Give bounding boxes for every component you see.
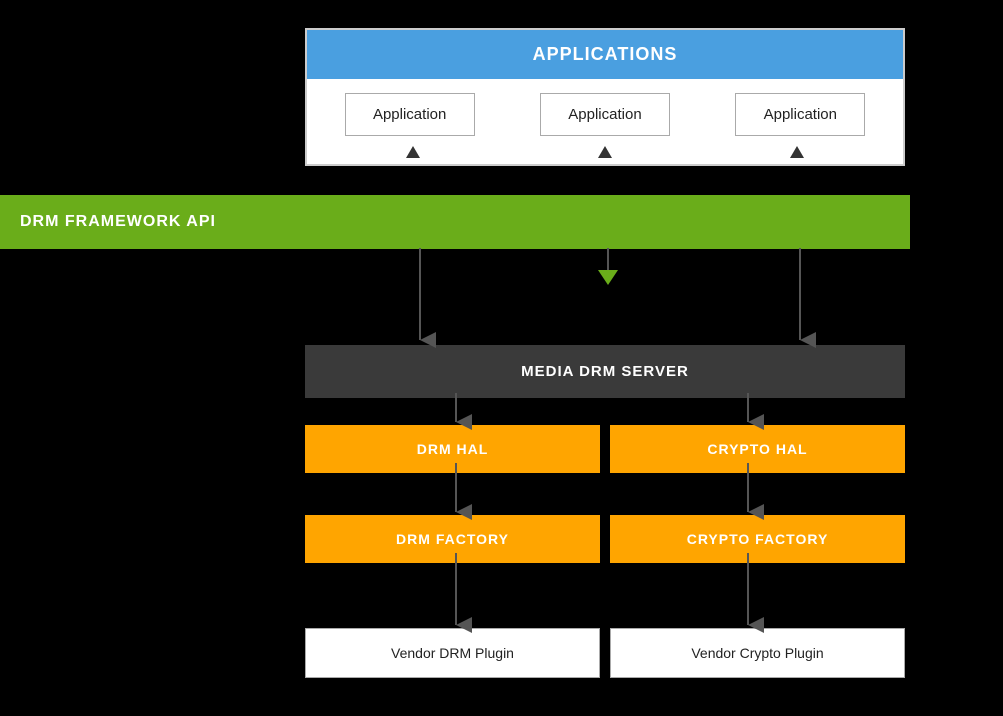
applications-items: Application Application Application — [307, 79, 903, 146]
arrow-up-2 — [598, 146, 612, 158]
factory-row: DRM FACTORY CRYPTO FACTORY — [305, 515, 905, 563]
diagram-container: APPLICATIONS Application Application App… — [0, 0, 1003, 716]
crypto-hal-box: CRYPTO HAL — [610, 425, 905, 473]
applications-header: APPLICATIONS — [307, 30, 903, 79]
vendor-row: Vendor DRM Plugin Vendor Crypto Plugin — [305, 628, 905, 678]
drm-factory-box: DRM FACTORY — [305, 515, 600, 563]
media-drm-server-bar: MEDIA DRM SERVER — [305, 345, 905, 398]
arrows-down-row — [307, 146, 903, 164]
applications-block: APPLICATIONS Application Application App… — [305, 28, 905, 166]
application-box-1: Application — [345, 93, 475, 136]
arrow-up-1 — [406, 146, 420, 158]
crypto-factory-box: CRYPTO FACTORY — [610, 515, 905, 563]
application-box-3: Application — [735, 93, 865, 136]
vendor-drm-plugin-box: Vendor DRM Plugin — [305, 628, 600, 678]
framework-v-notch — [598, 270, 618, 285]
drm-framework-bar: DRM FRAMEWORK API — [0, 195, 910, 249]
arrow-up-3 — [790, 146, 804, 158]
hal-row: DRM HAL CRYPTO HAL — [305, 425, 905, 473]
vendor-crypto-plugin-box: Vendor Crypto Plugin — [610, 628, 905, 678]
application-box-2: Application — [540, 93, 670, 136]
drm-hal-box: DRM HAL — [305, 425, 600, 473]
